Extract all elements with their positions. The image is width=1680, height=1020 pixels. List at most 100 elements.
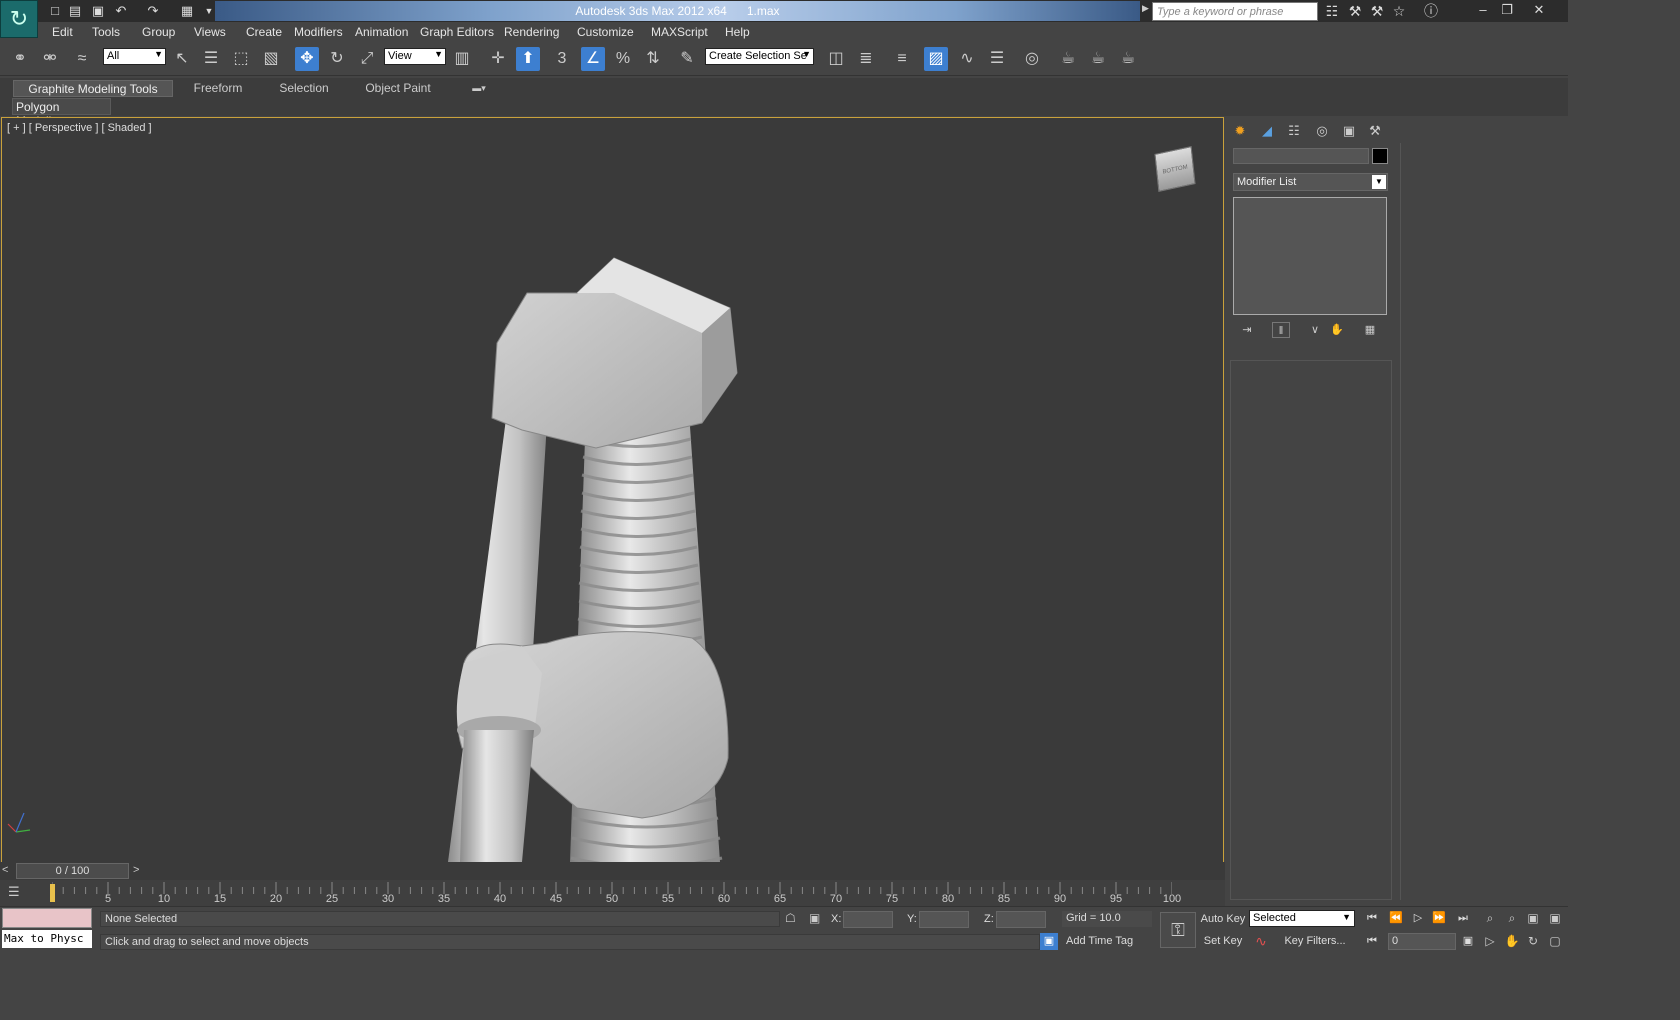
x-coordinate-field[interactable] (843, 911, 893, 928)
menu-maxscript[interactable]: MAXScript (651, 25, 708, 41)
select-and-link-icon[interactable]: ⚭ (8, 47, 32, 71)
current-frame-marker[interactable] (50, 884, 55, 902)
zoom-icon[interactable]: ⌕ (1480, 910, 1500, 927)
tab-selection[interactable]: Selection (268, 80, 340, 97)
binoculars-icon[interactable]: ☷ (1322, 2, 1342, 20)
favorites-star-icon[interactable]: ☆ (1389, 2, 1409, 20)
field-of-view-icon[interactable]: ▷ (1480, 933, 1500, 950)
menu-edit[interactable]: Edit (52, 25, 73, 41)
key-mode-dropdown[interactable]: Selected ▼ (1249, 910, 1355, 927)
configure-modifier-sets-icon[interactable]: ▦ (1361, 322, 1379, 338)
search-input[interactable]: Type a keyword or phrase (1152, 2, 1318, 21)
previous-key-icon[interactable]: ⏪ (1386, 910, 1406, 927)
snaps-toggle-icon[interactable]: 3 (550, 47, 574, 71)
menu-animation[interactable]: Animation (355, 25, 408, 41)
absolute-mode-icon[interactable]: ▣ (809, 911, 820, 925)
key-mode-toggle-icon[interactable]: ⏮ (1362, 933, 1382, 950)
menu-group[interactable]: Group (142, 25, 175, 41)
y-coordinate-field[interactable] (919, 911, 969, 928)
maxscript-mini-listener[interactable]: Max to Physc (2, 930, 92, 948)
select-and-scale-icon[interactable]: ⤢ (355, 47, 379, 71)
menu-tools[interactable]: Tools (92, 25, 120, 41)
zoom-extents-icon[interactable]: ▣ (1523, 910, 1543, 927)
create-tab-icon[interactable]: ✹ (1229, 122, 1251, 140)
modifier-list-dropdown[interactable]: Modifier List ▼ (1233, 173, 1388, 191)
help-icon[interactable]: ⓘ (1421, 2, 1441, 20)
perspective-viewport[interactable]: [ + ] [ Perspective ] [ Shaded ] BOTTOM (1, 117, 1224, 863)
menu-views[interactable]: Views (194, 25, 226, 41)
tools-icon[interactable]: ⚒ (1367, 2, 1387, 20)
next-frame-arrow-icon[interactable]: > (133, 864, 145, 876)
restore-icon[interactable]: ❐ (1496, 1, 1518, 18)
adaptive-degradation-icon[interactable]: ▣ (1040, 933, 1058, 950)
time-slider-track[interactable] (0, 862, 1225, 880)
select-object-icon[interactable]: ↖ (170, 47, 194, 71)
motion-tab-icon[interactable]: ◎ (1311, 122, 1333, 140)
schematic-view-icon[interactable]: ☰ (985, 47, 1009, 71)
scene-objects[interactable] (2, 118, 1223, 862)
render-production-icon[interactable]: ☕ (1116, 47, 1140, 71)
bind-to-space-warp-icon[interactable]: ≈ (70, 47, 94, 71)
curve-editor-icon[interactable]: ∿ (955, 47, 979, 71)
new-file-icon[interactable]: □ (46, 2, 64, 20)
selection-filter-dropdown[interactable]: All ▼ (103, 48, 166, 65)
percent-snap-icon[interactable]: % (611, 47, 635, 71)
reference-coordinate-dropdown[interactable]: View ▼ (384, 48, 446, 65)
search-expand-icon[interactable]: ▶ (1142, 3, 1149, 14)
ribbon-options-icon[interactable]: ▬▾ (466, 80, 492, 97)
material-editor-icon[interactable]: ◎ (1020, 47, 1044, 71)
maxscript-listener-output[interactable] (2, 908, 92, 928)
communication-center-icon[interactable]: ⚒ (1345, 2, 1365, 20)
time-slider-thumb[interactable]: 0 / 100 (16, 863, 129, 879)
hierarchy-tab-icon[interactable]: ☷ (1283, 122, 1305, 140)
spinner-snap-icon[interactable]: ⇅ (641, 47, 665, 71)
minimize-icon[interactable]: – (1472, 1, 1494, 18)
close-icon[interactable]: ✕ (1528, 1, 1550, 18)
modify-tab-icon[interactable]: ◢ (1256, 122, 1278, 140)
project-folder-icon[interactable]: ▦ (178, 2, 196, 20)
play-icon[interactable]: ▷ (1408, 910, 1428, 927)
object-color-swatch[interactable] (1372, 148, 1388, 164)
align-icon[interactable]: ≣ (854, 47, 878, 71)
graphite-toggle-icon[interactable]: ▨ (924, 47, 948, 71)
z-coordinate-field[interactable] (996, 911, 1046, 928)
undo-icon[interactable]: ↶ (112, 2, 130, 20)
auto-key-button[interactable]: Auto Key (1200, 911, 1246, 928)
mini-curve-editor-icon[interactable]: ☰ (8, 884, 20, 900)
mirror-icon[interactable]: ◫ (824, 47, 848, 71)
previous-frame-arrow-icon[interactable]: < (2, 864, 14, 876)
tab-object-paint[interactable]: Object Paint (358, 80, 438, 97)
current-frame-field[interactable]: 0 (1388, 933, 1456, 950)
set-keys-icon[interactable]: ⚿ (1160, 912, 1196, 948)
pin-stack-icon[interactable]: ⇥ (1238, 322, 1256, 338)
open-file-icon[interactable]: ▤ (66, 2, 84, 20)
zoom-extents-all-icon[interactable]: ▣ (1545, 910, 1565, 927)
modifier-stack[interactable] (1233, 197, 1387, 315)
display-tab-icon[interactable]: ▣ (1338, 122, 1360, 140)
go-to-end-icon[interactable]: ⏭ (1453, 910, 1473, 927)
zoom-all-icon[interactable]: ⌕ (1502, 910, 1522, 927)
keyboard-shortcut-override-icon[interactable]: ⬆ (516, 47, 540, 71)
select-and-rotate-icon[interactable]: ↻ (325, 47, 349, 71)
rectangular-selection-icon[interactable]: ⬚ (229, 47, 253, 71)
set-key-button[interactable]: Set Key (1200, 933, 1246, 950)
select-by-name-icon[interactable]: ☰ (199, 47, 223, 71)
go-to-start-icon[interactable]: ⏮ (1362, 910, 1382, 927)
make-unique-icon[interactable]: ∨ (1306, 322, 1324, 338)
unlink-selection-icon[interactable]: ⚮ (38, 47, 62, 71)
menu-graph-editors[interactable]: Graph Editors (420, 25, 494, 41)
window-crossing-icon[interactable]: ▧ (259, 47, 283, 71)
orbit-icon[interactable]: ↻ (1523, 933, 1543, 950)
time-configuration-icon[interactable]: ▣ (1458, 933, 1478, 950)
save-file-icon[interactable]: ▣ (89, 2, 107, 20)
tab-graphite-modeling-tools[interactable]: Graphite Modeling Tools (13, 80, 173, 97)
remove-modifier-icon[interactable]: ✋ (1328, 322, 1346, 338)
render-setup-icon[interactable]: ☕ (1056, 47, 1080, 71)
next-key-icon[interactable]: ⏩ (1429, 910, 1449, 927)
rendered-frame-window-icon[interactable]: ☕ (1086, 47, 1110, 71)
polygon-modeling-button[interactable]: Polygon Modeling (12, 98, 111, 128)
use-pivot-center-icon[interactable]: ▥ (450, 47, 474, 71)
angle-snap-icon[interactable]: ∠ (581, 47, 605, 71)
pan-view-icon[interactable]: ✋ (1502, 933, 1522, 950)
edit-named-selection-icon[interactable]: ✎ (675, 47, 699, 71)
